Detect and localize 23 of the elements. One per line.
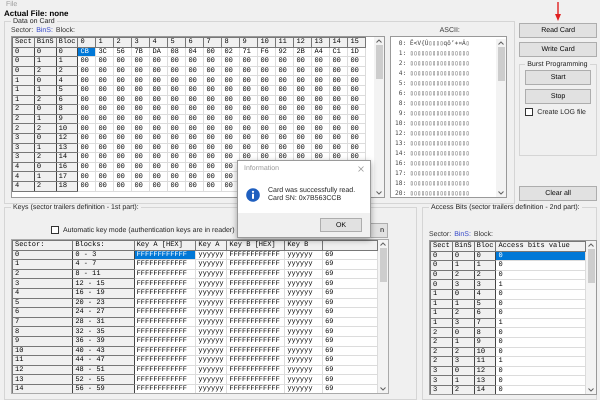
scrollbar-thumb[interactable] <box>498 47 504 81</box>
info-icon <box>246 188 260 202</box>
file-status: Actual File: none <box>3 9 70 18</box>
scroll-down-icon[interactable] <box>498 191 504 195</box>
scroll-up-icon[interactable] <box>380 242 386 246</box>
checkbox[interactable] <box>525 108 534 116</box>
checkbox[interactable] <box>51 226 59 234</box>
close-icon[interactable] <box>358 166 364 172</box>
scrollbar-thumb[interactable] <box>376 45 382 79</box>
column-header <box>322 240 378 250</box>
scroll-up-icon[interactable] <box>376 39 382 43</box>
scroll-up-icon[interactable] <box>498 41 504 45</box>
scroll-up-icon[interactable] <box>588 243 594 247</box>
arrow-icon <box>555 2 561 21</box>
scrollbar[interactable] <box>496 39 506 197</box>
scrollbar[interactable] <box>378 240 388 393</box>
scroll-down-icon[interactable] <box>588 388 594 392</box>
scrollbar[interactable] <box>586 241 596 394</box>
scrollbar-thumb[interactable] <box>588 249 595 283</box>
scrollbar-thumb[interactable] <box>380 248 387 282</box>
scrollbar[interactable] <box>374 37 384 197</box>
scroll-down-icon[interactable] <box>380 387 386 391</box>
scroll-down-icon[interactable] <box>376 191 382 195</box>
